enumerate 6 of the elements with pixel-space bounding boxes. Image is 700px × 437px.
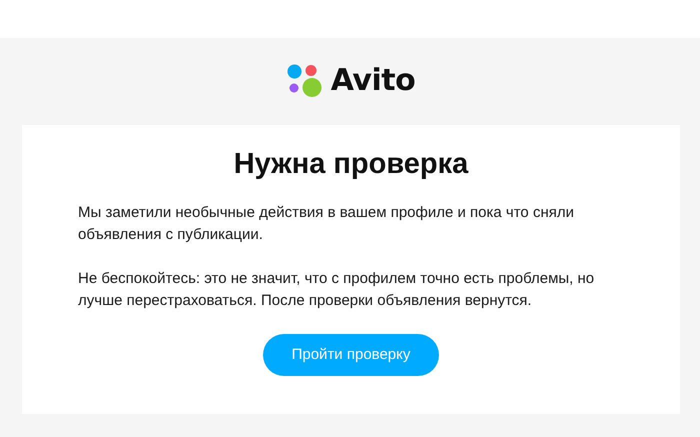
paragraph: Мы заметили необычные действия в вашем профиле и пока что сняли объявления с публикации.: [78, 202, 575, 245]
verify-button[interactable]: Пройти проверку: [263, 334, 439, 376]
logo-icon: [286, 64, 323, 98]
paragraph: Не беспокойтесь: это не значит, что с профилем точно есть проблемы, но лучше перестраховаться. После проверки объявления вернутся.: [78, 268, 596, 311]
heading: Нужна проверка: [232, 147, 470, 182]
logo-text: Avito: [330, 66, 416, 96]
